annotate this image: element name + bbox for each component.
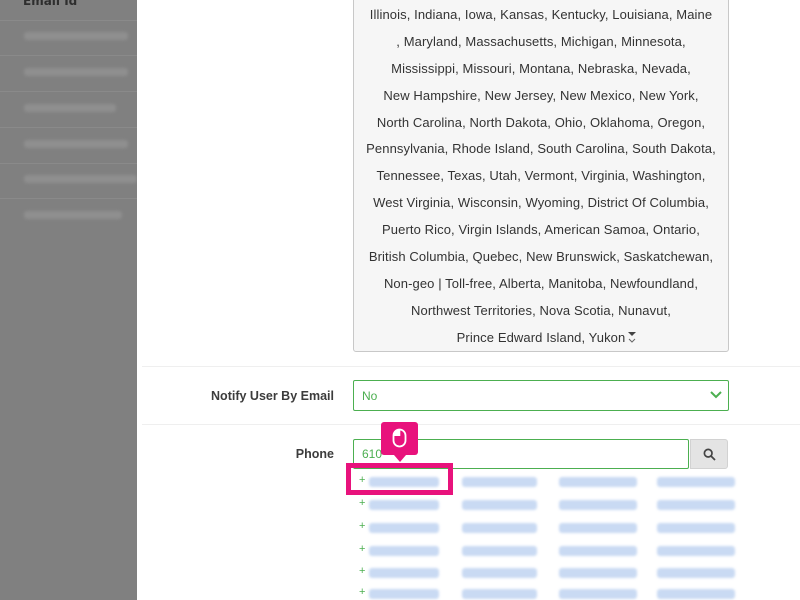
state-option-line[interactable]: Northwest Territories, Nova Scotia, Nuna… xyxy=(354,303,728,318)
blurred-email xyxy=(24,32,128,40)
row-divider xyxy=(0,127,137,128)
row-divider xyxy=(0,55,137,56)
phone-suggestion[interactable] xyxy=(462,568,537,578)
phone-suggestion[interactable] xyxy=(657,589,735,599)
phone-suggestion[interactable] xyxy=(369,500,439,510)
state-option-line[interactable]: Mississippi, Missouri, Montana, Nebraska… xyxy=(354,61,728,76)
suggestion-plus: + xyxy=(359,520,366,532)
phone-suggestion[interactable] xyxy=(559,589,637,599)
edit-user-panel: Illinois, Indiana, Iowa, Kansas, Kentuck… xyxy=(137,0,800,600)
suggestion-plus: + xyxy=(359,586,366,598)
phone-suggestion[interactable] xyxy=(369,589,439,599)
phone-suggestion[interactable] xyxy=(462,477,537,487)
row-divider xyxy=(0,91,137,92)
phone-suggestion[interactable] xyxy=(657,568,735,578)
phone-suggestion[interactable] xyxy=(559,568,637,578)
phone-suggestion[interactable] xyxy=(657,477,735,487)
suggestion-plus: + xyxy=(359,565,366,577)
phone-input-value: 610 xyxy=(362,447,383,461)
state-option-line[interactable]: , Maryland, Massachusetts, Michigan, Min… xyxy=(354,34,728,49)
email-column-header: Email Id xyxy=(23,0,78,8)
state-option-line[interactable]: Puerto Rico, Virgin Islands, American Sa… xyxy=(354,222,728,237)
blurred-email xyxy=(24,104,116,112)
state-option-line[interactable]: Tennessee, Texas, Utah, Vermont, Virgini… xyxy=(354,168,728,183)
phone-suggestion[interactable] xyxy=(462,500,537,510)
phone-suggestion[interactable] xyxy=(559,546,637,556)
section-divider xyxy=(142,424,800,425)
blurred-email xyxy=(24,211,122,219)
phone-suggestion[interactable] xyxy=(657,546,735,556)
phone-search-button[interactable] xyxy=(690,439,728,469)
states-multiselect[interactable]: Illinois, Indiana, Iowa, Kansas, Kentuck… xyxy=(353,0,729,352)
phone-suggestion[interactable] xyxy=(369,568,439,578)
state-option-line[interactable]: North Carolina, North Dakota, Ohio, Okla… xyxy=(354,115,728,130)
state-option-line[interactable]: New Hampshire, New Jersey, New Mexico, N… xyxy=(354,88,728,103)
state-option-line[interactable]: Non-geo | Toll-free, Alberta, Manitoba, … xyxy=(354,276,728,291)
phone-suggestion[interactable] xyxy=(657,523,735,533)
background-page: Email Id xyxy=(0,0,137,600)
phone-suggestion[interactable] xyxy=(559,477,637,487)
state-option-line[interactable]: West Virginia, Wisconsin, Wyoming, Distr… xyxy=(354,195,728,210)
mouse-icon xyxy=(392,428,407,448)
phone-suggestion[interactable] xyxy=(657,500,735,510)
notify-user-select[interactable]: No xyxy=(353,380,729,411)
phone-suggestion[interactable] xyxy=(559,500,637,510)
row-divider xyxy=(0,163,137,164)
phone-suggestion[interactable] xyxy=(559,523,637,533)
row-divider xyxy=(0,198,137,199)
suggestion-plus: + xyxy=(359,497,366,509)
cursor-indicator xyxy=(381,422,418,462)
phone-suggestion[interactable] xyxy=(462,589,537,599)
section-divider xyxy=(142,366,800,367)
blurred-email xyxy=(24,175,137,183)
phone-label: Phone xyxy=(295,447,334,461)
phone-suggestion[interactable] xyxy=(462,546,537,556)
state-option-line[interactable]: Prince Edward Island, Yukon xyxy=(354,330,728,345)
chevron-down-icon[interactable] xyxy=(626,328,638,344)
blurred-email xyxy=(24,140,128,148)
phone-suggestion[interactable] xyxy=(462,523,537,533)
state-option-line[interactable]: British Columbia, Quebec, New Brunswick,… xyxy=(354,249,728,264)
phone-suggestion[interactable] xyxy=(369,523,439,533)
suggestion-plus: + xyxy=(359,543,366,555)
search-icon xyxy=(703,448,716,461)
notify-user-label: Notify User By Email xyxy=(211,389,334,403)
state-option-line[interactable]: Pennsylvania, Rhode Island, South Caroli… xyxy=(354,141,728,156)
click-target-highlight xyxy=(346,463,453,495)
row-divider xyxy=(0,20,137,21)
chevron-down-icon xyxy=(710,391,722,399)
phone-suggestion[interactable] xyxy=(369,546,439,556)
blurred-email xyxy=(24,68,128,76)
state-option-line[interactable]: Illinois, Indiana, Iowa, Kansas, Kentuck… xyxy=(354,7,728,22)
notify-user-value: No xyxy=(362,389,378,403)
